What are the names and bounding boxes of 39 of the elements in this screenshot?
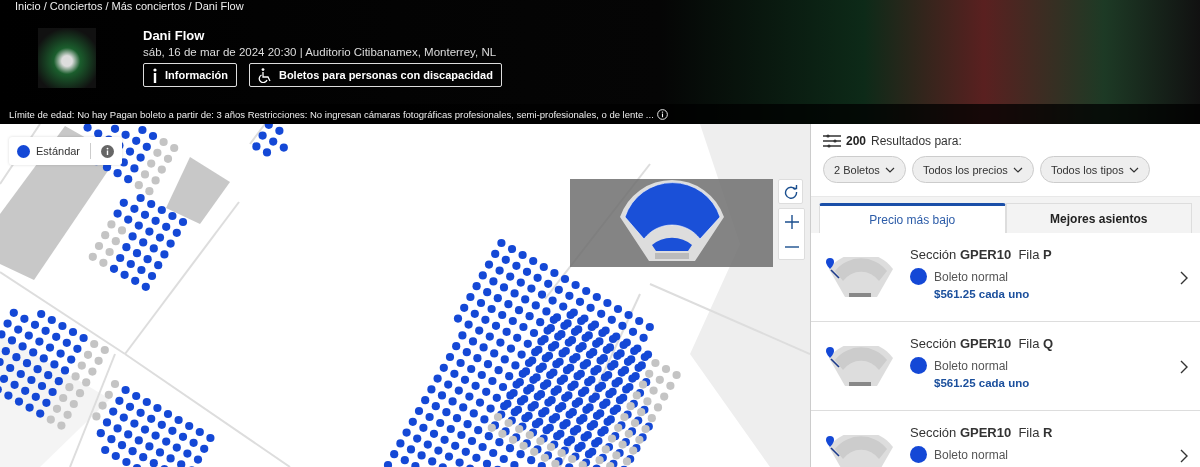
sort-tab[interactable]: Mejores asientos (1005, 203, 1192, 233)
legend-label: Estándar (36, 145, 81, 157)
results-label: Resultados para: (871, 134, 962, 148)
chevron-right-icon[interactable] (1180, 360, 1188, 374)
filter-dropdown[interactable]: 2 Boletos (823, 156, 906, 183)
chevron-right-icon[interactable] (1180, 449, 1188, 463)
section-row-title: Sección GPER10 Fila P (910, 247, 1053, 262)
filter-dropdown[interactable]: Todos los precios (911, 156, 1034, 183)
filter-icon[interactable] (823, 134, 841, 148)
chevron-down-icon (1128, 166, 1139, 173)
info-icon (152, 67, 158, 83)
results-count: 200 (846, 134, 867, 148)
section-row-title: Sección GPER10 Fila R (910, 425, 1054, 440)
breadcrumb: Inicio / Conciertos / Más conciertos / Dani Flow (14, 0, 245, 14)
sort-tab[interactable]: Precio más bajo (819, 203, 1006, 233)
chevron-down-icon (1012, 166, 1023, 173)
plus-icon (784, 214, 799, 229)
ticket-type: Boleto normal (934, 447, 1009, 462)
event-title: Dani Flow (143, 28, 206, 43)
ticket-type: Boleto normal (934, 269, 1009, 284)
restrictions-notice: Límite de edad: No hay Pagan boleto a partir de: 3 años Restricciones: No ingresan cámaras fotográficas profesionales, semi-profesionales, o de lente ... (9, 108, 654, 120)
accessibility-tickets-button[interactable]: Boletos para personas con discapacidad (248, 63, 502, 87)
venue-minimap-drawing[interactable] (570, 179, 773, 267)
wheelchair-icon (257, 67, 272, 83)
minus-icon (784, 245, 799, 248)
rotate-icon (783, 184, 798, 199)
album-art-photo-placeholder (38, 28, 96, 88)
filter-dropdown[interactable]: Todos los tipos (1039, 156, 1150, 183)
chevron-right-icon[interactable] (1180, 271, 1188, 285)
information-button[interactable]: Información (143, 63, 237, 87)
chevron-down-icon (884, 166, 895, 173)
info-icon[interactable] (101, 144, 115, 158)
event-date-venue: sáb, 16 de mar de 2024 20:30 | Auditorio Citibanamex, Monterrey, NL (143, 46, 498, 58)
ticket-price: $561.25 cada uno (934, 377, 1031, 389)
ticket-type: Boleto normal (934, 358, 1009, 373)
info-icon[interactable] (656, 108, 668, 120)
reset-view-button[interactable] (778, 179, 803, 204)
ticket-price: $561.25 cada uno (934, 288, 1031, 300)
section-row-title: Sección GPER10 Fila Q (910, 336, 1055, 351)
